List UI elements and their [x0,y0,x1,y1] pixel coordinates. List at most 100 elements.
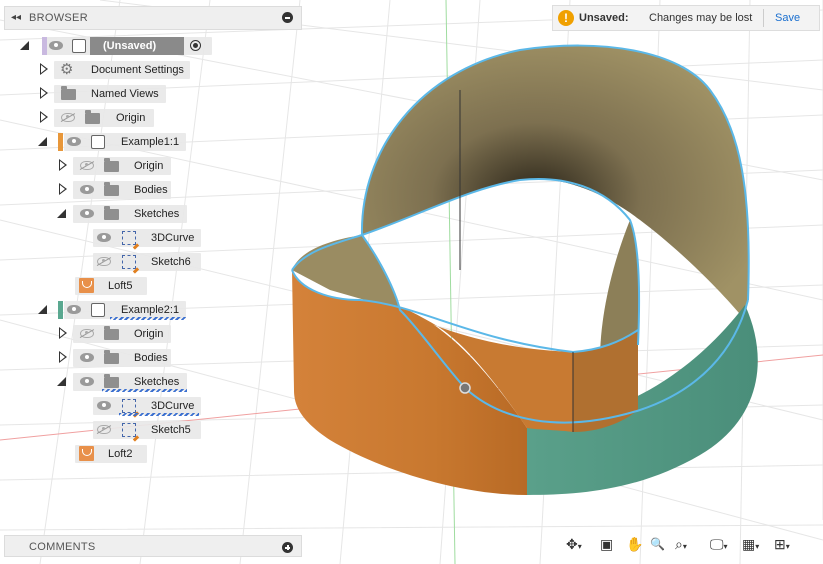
sketch-icon [122,231,136,245]
tree-item-bodies[interactable]: Bodies [57,349,177,367]
tree-item-sketches[interactable]: Sketches [57,373,192,392]
tree-item-example2[interactable]: Example2:1 [38,301,188,320]
browser-title: BROWSER [29,12,88,24]
visibility-eye-icon[interactable] [49,41,63,50]
look-at-icon[interactable]: ▣ [600,535,613,553]
tree-item-example1[interactable]: Example1:1 [38,133,188,151]
expand-arrow-icon[interactable] [40,87,48,99]
minimize-icon[interactable] [282,12,293,23]
tree-item-label: Sketches [134,376,180,388]
tree-item-label: Sketch6 [151,256,191,268]
tree-item-label: Sketches [134,208,180,220]
visibility-eye-icon[interactable] [67,137,81,146]
hidden-eye-icon[interactable] [80,329,94,338]
tree-item-origin[interactable]: Origin [38,109,158,127]
folder-icon [104,206,119,220]
add-comment-icon[interactable] [282,542,293,553]
sketch-icon [122,255,136,269]
fit-icon[interactable]: ⌕▾ [675,535,687,553]
hidden-eye-icon[interactable] [61,113,75,122]
tree-item-3dcurve[interactable]: 3DCurve [93,397,203,416]
visibility-eye-icon[interactable] [80,377,94,386]
loft-icon [79,446,94,461]
sketch-icon [122,399,136,413]
comments-title: COMMENTS [29,541,96,553]
expand-arrow-icon[interactable] [59,159,67,171]
save-button[interactable]: Save [775,12,800,24]
visibility-eye-icon[interactable] [97,401,111,410]
folder-icon [104,326,119,340]
tree-item-label: Named Views [91,88,159,100]
tree-item-bodies[interactable]: Bodies [57,181,177,199]
folder-icon [104,350,119,364]
orbit-icon[interactable]: ✥▾ [566,535,582,553]
component-icon [91,135,105,149]
tree-item-label: 3DCurve [151,232,195,244]
collapse-icon[interactable]: ◂◂ [11,12,21,23]
gear-icon: ⚙ [60,61,74,78]
collapse-arrow-icon[interactable] [57,209,66,218]
tree-item-label: Bodies [134,184,168,196]
tree-item-named-views[interactable]: Named Views [38,85,168,103]
visibility-eye-icon[interactable] [80,353,94,362]
tree-item-label: Sketch5 [151,424,191,436]
hidden-eye-icon[interactable] [97,257,111,266]
tree-root[interactable]: (Unsaved) [18,37,212,55]
tree-item-label: Bodies [134,352,168,364]
collapse-arrow-icon[interactable] [20,41,29,50]
expand-arrow-icon[interactable] [40,111,48,123]
browser-panel-header[interactable]: ◂◂ BROWSER [4,6,302,30]
viewports-icon[interactable]: ⊞▾ [774,535,790,553]
folder-icon [104,374,119,388]
visibility-eye-icon[interactable] [67,305,81,314]
unsaved-message: Changes may be lost [649,12,753,24]
hidden-eye-icon[interactable] [97,425,111,434]
visibility-eye-icon[interactable] [80,209,94,218]
hidden-eye-icon[interactable] [80,161,94,170]
tree-item-label: Origin [116,112,146,124]
folder-icon [85,110,100,124]
display-settings-icon[interactable]: 🖵▾ [710,535,728,553]
collapse-arrow-icon[interactable] [38,137,47,146]
activate-radio-icon[interactable] [190,40,201,51]
unsaved-banner: ! Unsaved: Changes may be lost Save [552,5,820,31]
visibility-eye-icon[interactable] [97,233,111,242]
folder-icon [104,158,119,172]
tree-item-label: Loft5 [108,280,133,292]
sketch-icon [122,423,136,437]
component-icon [91,303,105,317]
expand-arrow-icon[interactable] [40,63,48,75]
expand-arrow-icon[interactable] [59,351,67,363]
tree-item-label: Example1:1 [121,136,180,148]
pan-icon[interactable]: ✋ [626,535,643,553]
collapse-arrow-icon[interactable] [57,377,66,386]
warning-icon: ! [558,10,574,26]
tree-item-sketches[interactable]: Sketches [57,205,192,223]
tree-item-label: Document Settings [91,64,184,76]
tree-item-origin[interactable]: Origin [57,325,177,343]
tree-item-loft2[interactable]: Loft2 [75,445,155,463]
tree-item-label: Origin [134,328,164,340]
folder-icon [61,86,76,100]
tree-item-loft5[interactable]: Loft5 [75,277,155,295]
visibility-eye-icon[interactable] [80,185,94,194]
expand-arrow-icon[interactable] [59,327,67,339]
zoom-icon[interactable]: 🔍 [650,535,665,553]
document-name: (Unsaved) [103,40,157,52]
comments-panel-header[interactable]: COMMENTS [4,535,302,557]
tree-item-document-settings[interactable]: ⚙ Document Settings [38,61,193,79]
tree-item-origin[interactable]: Origin [57,157,177,175]
collapse-arrow-icon[interactable] [38,305,47,314]
expand-arrow-icon[interactable] [59,183,67,195]
tree-item-label: 3DCurve [151,400,195,412]
tree-item-label: Origin [134,160,164,172]
tree-item-label: Example2:1 [121,304,180,316]
unsaved-status: Unsaved: [579,12,629,24]
tree-item-label: Loft2 [108,448,133,460]
tree-item-3dcurve[interactable]: 3DCurve [93,229,203,247]
tree-item-sketch5[interactable]: Sketch5 [93,421,203,439]
grid-settings-icon[interactable]: ▦▾ [742,535,759,553]
loft-icon [79,278,94,293]
tree-item-sketch6[interactable]: Sketch6 [93,253,203,271]
navigation-toolbar: ✥▾ ▣ ✋ 🔍 ⌕▾ 🖵▾ ▦▾ ⊞▾ [560,533,800,555]
